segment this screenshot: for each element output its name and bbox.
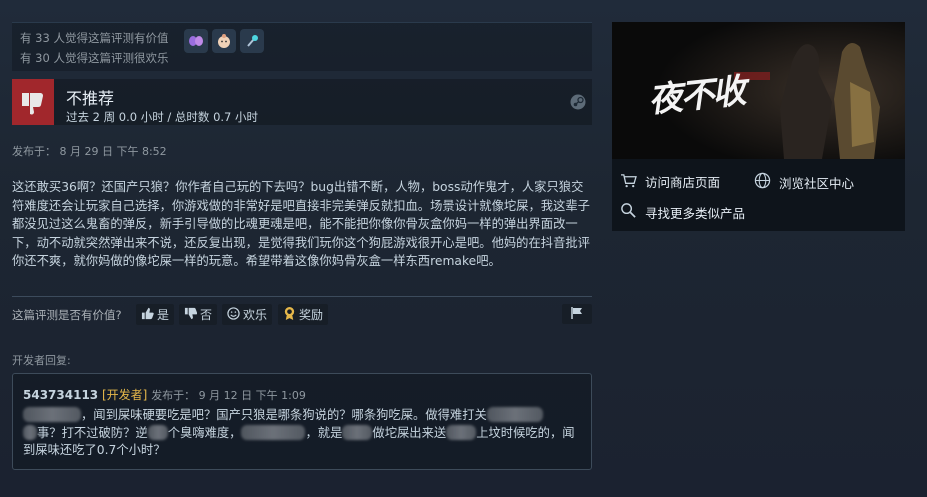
game-sidebar: 夜不收 访问商店页面 浏览社区中心 寻找更多类似产品 [612,22,905,231]
flag-icon [570,306,584,323]
smiley-icon [227,306,240,323]
vote-yes-label: 是 [157,308,170,322]
torch-award-icon[interactable] [240,29,264,53]
helpful-count: 有 33 人觉得这篇评测有价值 [20,31,169,45]
banner-title: 夜不收 [646,71,747,121]
visit-store-label: 访问商店页面 [645,175,721,190]
thumbs-up-icon [141,307,154,323]
developer-response-date: 发布于： 9 月 12 日 下午 1:09 [151,389,306,402]
vote-funny-button[interactable]: 欢乐 [222,304,273,325]
vote-no-label: 否 [200,308,213,322]
thumbs-down-icon [12,79,54,125]
community-hub-link[interactable]: 浏览社区中心 [754,172,854,192]
dev-text-part: ，就是 [305,425,343,440]
redacted-text [446,424,477,440]
search-icon [620,202,637,222]
vote-question: 这篇评测是否有价值? [12,308,122,322]
award-medal-icon [283,306,296,324]
playtime-hours: 过去 2 周 0.0 小时 / 总时数 0.7 小时 [66,110,259,124]
globe-icon [754,172,771,192]
redacted-text [23,424,37,440]
award-button[interactable]: 奖励 [278,304,329,325]
developer-response-text: ，闻到屎味硬要吃是吧？国产只狼是哪条狗说的？哪条狗吃屎。做得难打关事？打不过破防… [23,407,579,460]
award-label: 奖励 [299,308,324,322]
vote-no-button[interactable]: 否 [179,304,218,325]
game-banner[interactable]: 夜不收 [612,22,905,159]
redacted-text [241,424,306,440]
heart-award-icon[interactable] [184,29,208,53]
developer-response-label: 开发者回复: [12,354,71,367]
dev-text-part: 做坨屎出来送 [372,425,447,440]
redacted-text [486,407,543,422]
review-vote-row: 这篇评测是否有价值? 是 否 欢乐 奖励 [12,304,592,326]
redacted-text [23,407,81,422]
redacted-text [342,424,373,440]
cart-icon [620,173,637,191]
developer-name[interactable]: 543734113 [23,388,98,402]
review-body-text: 这还敢买36啊？还国产只狼？你作者自己玩的下去吗？bug出错不断，人物，boss… [12,180,590,268]
developer-response-header: 543734113 [开发者] 发布于： 9 月 12 日 下午 1:09 [23,386,306,403]
funny-count: 有 30 人觉得这篇评测很欢乐 [20,51,169,65]
developer-response-box: 543734113 [开发者] 发布于： 9 月 12 日 下午 1:09 ，闻… [12,373,592,470]
review-posted-date: 发布于： 8 月 29 日 下午 8:52 [12,145,167,158]
verdict-title: 不推荐 [66,89,115,108]
vote-yes-button[interactable]: 是 [136,304,175,325]
find-similar-label: 寻找更多类似产品 [645,205,746,221]
find-similar-link[interactable]: 寻找更多类似产品 [620,202,745,222]
dev-text-part: ，闻到屎味硬要吃是吧？国产只狼是哪条狗说的？哪条狗吃屎。做得难打关 [81,408,487,422]
review-verdict-header: 不推荐 过去 2 周 0.0 小时 / 总时数 0.7 小时 [12,79,592,125]
report-flag-button[interactable] [562,304,592,324]
developer-tag: [开发者] [101,388,148,402]
review-helpful-summary: 有 33 人觉得这篇评测有价值 有 30 人觉得这篇评测很欢乐 [12,22,592,71]
baby-award-icon[interactable] [212,29,236,53]
divider [12,296,592,297]
redacted-text [147,424,168,440]
thumbs-down-small-icon [184,307,198,323]
steam-logo-icon [570,94,586,110]
vote-funny-label: 欢乐 [243,308,268,322]
community-hub-label: 浏览社区中心 [779,175,855,191]
dev-text-part: 事？打不过破防？逆 [37,425,148,440]
visit-store-link[interactable]: 访问商店页面 [620,172,720,191]
dev-text-part: 个臭嗨难度， [167,425,242,440]
